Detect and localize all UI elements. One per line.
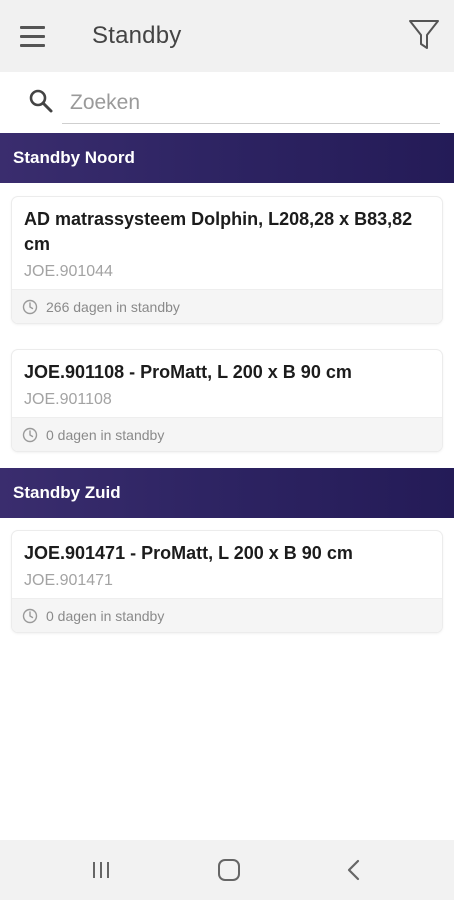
list-item[interactable]: JOE.901471 - ProMatt, L 200 x B 90 cm JO… (12, 531, 442, 632)
home-icon[interactable] (216, 858, 242, 882)
item-code: JOE.901471 (24, 572, 113, 589)
item-code: JOE.901108 (24, 391, 112, 408)
standby-days: 0 dagen in standby (46, 426, 165, 443)
section-header-standby-noord: Standby Noord (0, 133, 454, 183)
clock-icon (22, 299, 38, 314)
list-item[interactable]: AD matrassysteem Dolphin, L208,28 x B83,… (12, 197, 442, 323)
standby-days: 0 dagen in standby (46, 607, 165, 624)
page-title: Standby (92, 22, 182, 49)
standby-days: 266 dagen in standby (46, 298, 180, 315)
item-footer: 0 dagen in standby (12, 417, 442, 451)
clock-icon (22, 608, 38, 623)
search-icon (29, 89, 53, 113)
item-title: JOE.901471 - ProMatt, L 200 x B 90 cm (24, 543, 353, 563)
item-footer: 266 dagen in standby (12, 289, 442, 323)
recent-apps-icon[interactable] (90, 860, 112, 880)
section-header-standby-zuid: Standby Zuid (0, 468, 454, 518)
item-code: JOE.901044 (24, 263, 113, 280)
item-title: JOE.901108 - ProMatt, L 200 x B 90 cm (24, 362, 352, 382)
item-footer: 0 dagen in standby (12, 598, 442, 632)
search-input[interactable] (62, 82, 440, 124)
app-bar: Standby (0, 0, 454, 72)
system-nav-bar (0, 840, 454, 900)
back-icon[interactable] (344, 858, 364, 882)
clock-icon (22, 427, 38, 442)
menu-icon[interactable] (20, 22, 50, 50)
filter-icon[interactable] (408, 18, 440, 52)
list-item[interactable]: JOE.901108 - ProMatt, L 200 x B 90 cm JO… (12, 350, 442, 451)
item-title: AD matrassysteem Dolphin, L208,28 x B83,… (24, 209, 413, 254)
